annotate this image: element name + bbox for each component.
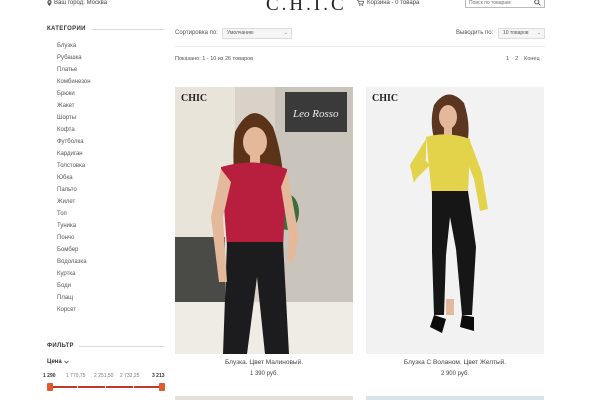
- product-photo-yellow-blouse: [366, 87, 544, 354]
- location-pin-icon: [47, 0, 52, 6]
- city-label: Ваш город: Москва: [54, 0, 108, 6]
- sort-select[interactable]: Умолчанию ⌄: [222, 28, 292, 39]
- category-item[interactable]: Боди: [47, 280, 165, 292]
- top-bar: Ваш город: Москва C.H.I.C Корзина - 0 то…: [0, 0, 600, 16]
- category-item[interactable]: Блузка: [47, 40, 165, 52]
- toolbar-divider: [175, 46, 545, 47]
- search-icon[interactable]: [534, 0, 541, 6]
- category-item[interactable]: Корсет: [47, 304, 165, 316]
- product-photo-red-blouse: Leo Rosso: [175, 87, 353, 354]
- search-box: [465, 0, 545, 8]
- product-brand: CHIC: [372, 93, 399, 104]
- chevron-down-icon: [64, 360, 69, 364]
- heading-rule: [78, 345, 165, 347]
- price-min-handle[interactable]: [47, 383, 53, 391]
- price-tick: 3 213: [152, 373, 165, 379]
- category-item[interactable]: Кардиган: [47, 148, 165, 160]
- price-toggle[interactable]: Цена: [47, 359, 165, 365]
- category-item[interactable]: Шорты: [47, 112, 165, 124]
- product-card-next-row[interactable]: [366, 396, 544, 400]
- filter-title: ФИЛЬТР: [47, 343, 74, 349]
- page-link-1[interactable]: 1: [506, 56, 509, 62]
- price-slider[interactable]: [47, 383, 165, 391]
- category-item[interactable]: Кофта: [47, 124, 165, 136]
- category-item[interactable]: Плащ: [47, 292, 165, 304]
- category-item[interactable]: Платье: [47, 64, 165, 76]
- category-item[interactable]: Жакет: [47, 100, 165, 112]
- sort-label: Сортировка по:: [175, 30, 218, 36]
- product-price: 2 900 руб.: [440, 371, 470, 377]
- results-count: Показано: 1 - 10 из 26 товаров: [175, 56, 254, 62]
- category-item[interactable]: Толстовка: [47, 160, 165, 172]
- price-tick: 1 770,75: [66, 373, 86, 379]
- categories-heading: КАТЕГОРИИ: [47, 26, 165, 32]
- slider-tick-mark: [133, 385, 134, 389]
- sort-value: Умолчанию: [227, 30, 254, 36]
- categories-title: КАТЕГОРИИ: [47, 26, 86, 32]
- category-item[interactable]: Пончо: [47, 232, 165, 244]
- category-item[interactable]: Куртка: [47, 268, 165, 280]
- category-item[interactable]: Юбка: [47, 172, 165, 184]
- per-page-select[interactable]: 10 товаров ⌄: [498, 28, 545, 39]
- category-item[interactable]: Туника: [47, 220, 165, 232]
- category-item[interactable]: Футболка: [47, 136, 165, 148]
- category-list: Блузка Рубашка Платье Комбинезон Брюки Жакет Ш…: [47, 40, 165, 316]
- search-input[interactable]: [466, 0, 532, 7]
- product-card[interactable]: CHIC Блузка С Воланом. Цвет Желтый. 2 90…: [366, 87, 544, 377]
- cart-label: Корзина - 0 товара: [367, 0, 420, 6]
- filter-panel: ФИЛЬТР Цена 1 290 1 770,75 2 251,50 2 73…: [43, 343, 165, 391]
- chevron-down-icon: ⌄: [283, 30, 288, 36]
- per-page-value: 10 товаров: [503, 30, 529, 36]
- chevron-down-icon: ⌄: [536, 30, 541, 36]
- category-item[interactable]: Водолазка: [47, 256, 165, 268]
- category-item[interactable]: Бомбер: [47, 244, 165, 256]
- category-item[interactable]: Брюки: [47, 88, 165, 100]
- slider-tick-mark: [77, 385, 78, 389]
- site-logo[interactable]: C.H.I.C: [266, 0, 347, 16]
- cart-link[interactable]: Корзина - 0 товара: [357, 0, 419, 6]
- svg-text:Leo Rosso: Leo Rosso: [292, 108, 339, 120]
- price-ticks: 1 290 1 770,75 2 251,50 2 732,25 3 213: [43, 373, 165, 381]
- product-name[interactable]: Блузка С Воланом. Цвет Желтый.: [366, 359, 544, 366]
- price-max-handle[interactable]: [159, 383, 165, 391]
- category-item[interactable]: Жилет: [47, 196, 165, 208]
- price-tick: 2 732,25: [120, 373, 140, 379]
- product-card[interactable]: Leo Rosso CHIC Блузка. Цвет Малиновый. 1…: [175, 87, 353, 377]
- pagination: 1 2 Конец: [506, 56, 540, 62]
- page-link-2[interactable]: 2: [515, 56, 518, 62]
- catalog-toolbar: Сортировка по: Умолчанию ⌄ Выводить по: …: [175, 28, 545, 40]
- price-slider-range: [49, 386, 163, 388]
- category-item[interactable]: Пальто: [47, 184, 165, 196]
- product-card-next-row[interactable]: [175, 396, 353, 400]
- city-selector[interactable]: Ваш город: Москва: [47, 0, 107, 6]
- filter-heading: ФИЛЬТР: [47, 343, 165, 349]
- category-sidebar: КАТЕГОРИИ Блузка Рубашка Платье Комбинезон Б…: [47, 26, 165, 316]
- product-price: 1 390 руб.: [249, 371, 279, 377]
- category-item[interactable]: Топ: [47, 208, 165, 220]
- product-image[interactable]: CHIC: [366, 87, 544, 354]
- cart-icon: [357, 0, 364, 6]
- category-item[interactable]: Рубашка: [47, 52, 165, 64]
- page-link-last[interactable]: Конец: [524, 56, 540, 62]
- product-name[interactable]: Блузка. Цвет Малиновый.: [175, 359, 353, 366]
- product-image[interactable]: Leo Rosso CHIC: [175, 87, 353, 354]
- heading-rule: [90, 28, 165, 30]
- slider-tick-mark: [105, 385, 106, 389]
- product-brand: CHIC: [181, 93, 208, 104]
- per-page-label: Выводить по:: [456, 30, 494, 36]
- price-tick: 1 290: [43, 373, 56, 379]
- price-tick: 2 251,50: [94, 373, 114, 379]
- price-label: Цена: [47, 359, 62, 365]
- category-item[interactable]: Комбинезон: [47, 76, 165, 88]
